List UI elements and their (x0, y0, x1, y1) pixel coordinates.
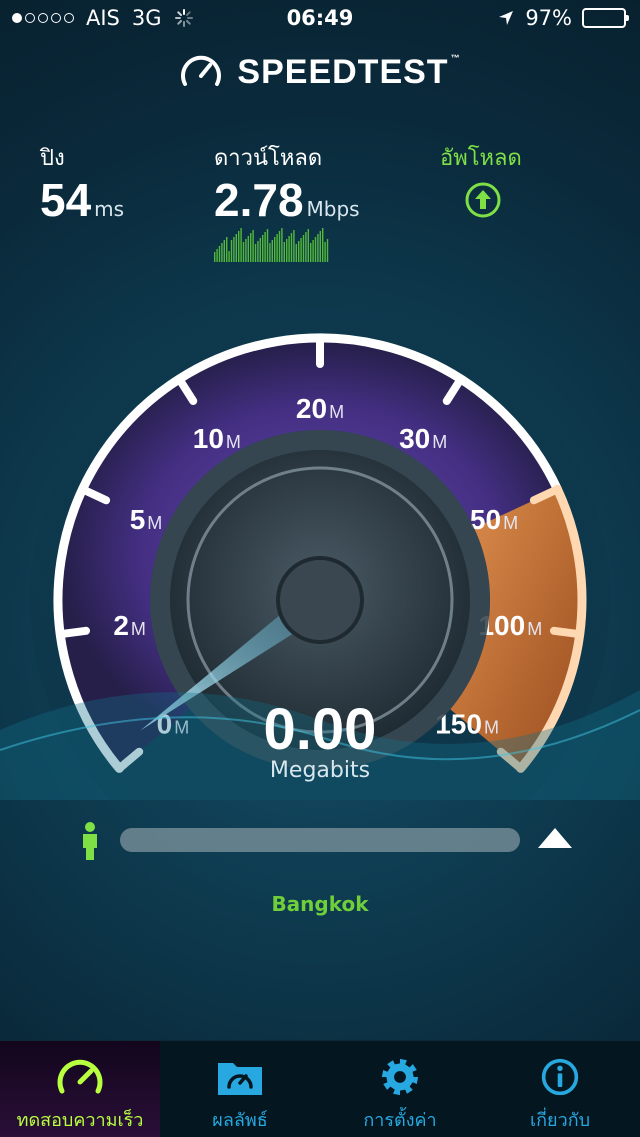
tab-results-label: ผลลัพธ์ (212, 1110, 268, 1131)
tab-settings[interactable]: การตั้งค่า (320, 1041, 480, 1137)
user-person-icon (83, 822, 97, 860)
gauge-tick-mark (56, 626, 91, 639)
status-right: 97% (497, 6, 629, 30)
location-arrow-icon (499, 11, 514, 25)
current-speed: 0.00 Megabits (0, 697, 640, 784)
tab-about-label: เกี่ยวกับ (529, 1110, 591, 1131)
tab-speed-test[interactable]: ทดสอบความเร็ว (0, 1041, 160, 1137)
arrow-up-circle-icon (465, 182, 501, 218)
upload-label: อัพโหลด (440, 146, 522, 171)
results-folder-icon (218, 1063, 262, 1095)
server-location[interactable]: Bangkok (0, 892, 640, 916)
status-bar: AIS 3G 06:49 97% (0, 0, 640, 40)
upload-metric: อัพโหลด (440, 140, 522, 223)
ping-label: ปิง (40, 146, 65, 171)
tab-settings-label: การตั้งค่า (363, 1110, 437, 1131)
battery-percent: 97% (525, 6, 572, 30)
app-title: SPEEDTEST ™ (237, 52, 461, 91)
tab-speed-test-label: ทดสอบความเร็ว (16, 1110, 144, 1131)
tab-bar: ทดสอบความเร็ว ผลลัพธ์ การตั้งค่า เกี่ยวก… (0, 1040, 640, 1137)
server-icon (538, 828, 572, 848)
download-metric: ดาวน์โหลด 2.78 Mbps (214, 140, 360, 225)
gauge-tick-mark (549, 626, 584, 639)
tab-results[interactable]: ผลลัพธ์ (160, 1041, 320, 1137)
ping-value: 54 (40, 174, 92, 226)
ping-metric: ปิง 54 ms (40, 140, 124, 225)
download-label: ดาวน์โหลด (214, 146, 323, 171)
progress-bar (120, 828, 520, 852)
battery-icon (582, 8, 629, 28)
speed-value: 0.00 (263, 697, 377, 762)
speed-unit: Megabits (269, 758, 371, 783)
download-sparkline (214, 228, 329, 262)
gear-icon (381, 1058, 419, 1096)
test-progress (0, 820, 640, 864)
download-unit: Mbps (306, 197, 360, 221)
app-header: SPEEDTEST ™ (0, 52, 640, 92)
info-icon (541, 1058, 579, 1096)
tab-about[interactable]: เกี่ยวกับ (480, 1041, 640, 1137)
download-value: 2.78 (214, 174, 304, 226)
speedtest-logo-icon (181, 55, 222, 86)
speedometer-icon (57, 1059, 103, 1094)
ping-unit: ms (94, 197, 125, 221)
